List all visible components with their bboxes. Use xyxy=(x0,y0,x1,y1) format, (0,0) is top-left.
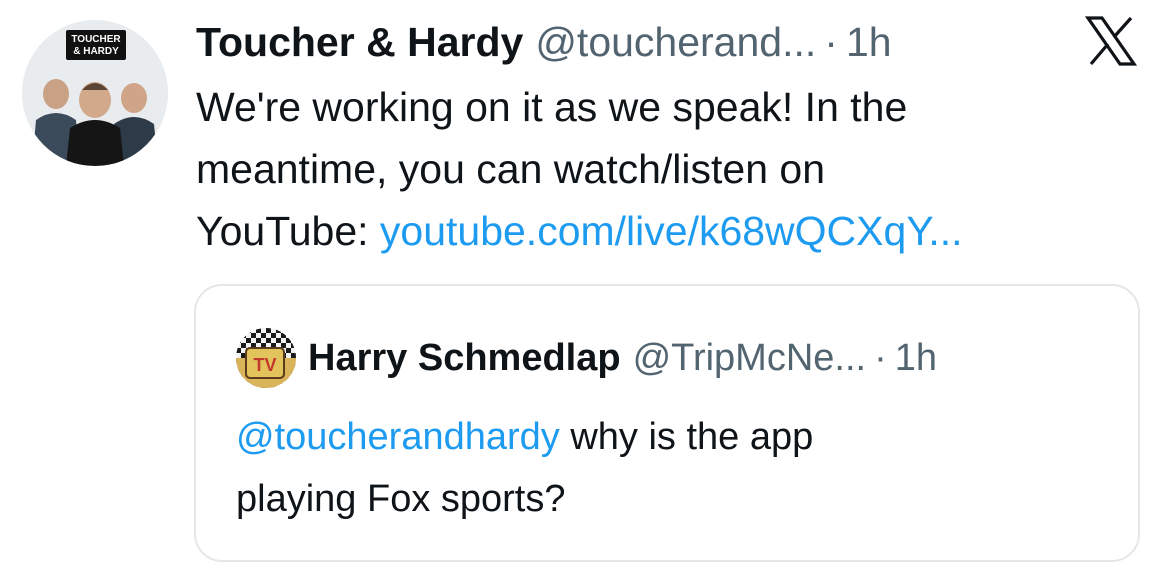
header-separator: · xyxy=(824,19,838,65)
quoted-tweet-card[interactable]: TV Harry Schmedlap @TripMcNe... · 1h @to… xyxy=(194,284,1140,562)
quoted-tweet-timestamp[interactable]: 1h xyxy=(895,330,937,386)
quoted-tweet-header: Harry Schmedlap @TripMcNe... · 1h xyxy=(308,330,937,386)
logo-line2: & HARDY xyxy=(73,46,119,57)
quoted-avatar-image: TV xyxy=(236,328,296,388)
quoted-avatar-logo: TV xyxy=(253,355,276,375)
x-logo-glyph xyxy=(1085,16,1137,66)
author-display-name[interactable]: Toucher & Hardy xyxy=(196,14,523,70)
quoted-text-line1: @toucherandhardy why is the app xyxy=(236,406,1116,468)
author-handle[interactable]: @toucherand... xyxy=(535,14,816,70)
youtube-link[interactable]: youtube.com/live/k68wQCXqY... xyxy=(380,208,963,254)
tweet-timestamp[interactable]: 1h xyxy=(846,14,892,70)
avatar-image: TOUCHER & HARDY xyxy=(22,20,168,166)
tweet-text-line3-prefix: YouTube: xyxy=(196,208,380,254)
tweet[interactable]: TOUCHER & HARDY Toucher & Hardy @toucher… xyxy=(0,0,1153,574)
tweet-text-line3: YouTube: youtube.com/live/k68wQCXqY... xyxy=(196,200,1136,262)
mention-link[interactable]: @toucherandhardy xyxy=(236,416,560,458)
tweet-text-line2: meantime, you can watch/listen on xyxy=(196,146,825,192)
quoted-text-line1-rest: why is the app xyxy=(559,416,814,458)
x-logo-icon[interactable] xyxy=(1080,10,1142,72)
hosts-photo xyxy=(32,79,158,166)
quoted-author-handle[interactable]: @TripMcNe... xyxy=(633,330,867,386)
tweet-text: We're working on it as we speak! In the … xyxy=(196,76,1136,262)
tweet-text-line1: We're working on it as we speak! In the xyxy=(196,84,908,130)
quoted-text-line2: playing Fox sports? xyxy=(236,478,566,520)
logo-line1: TOUCHER xyxy=(71,34,121,45)
quoted-header-separator: · xyxy=(874,337,887,379)
quoted-author-display-name[interactable]: Harry Schmedlap xyxy=(308,330,621,386)
tweet-header: Toucher & Hardy @toucherand... · 1h xyxy=(196,14,892,70)
quoted-tweet-text: @toucherandhardy why is the app playing … xyxy=(236,406,1116,530)
quoted-author-avatar[interactable]: TV xyxy=(236,328,296,388)
author-avatar[interactable]: TOUCHER & HARDY xyxy=(22,20,168,166)
